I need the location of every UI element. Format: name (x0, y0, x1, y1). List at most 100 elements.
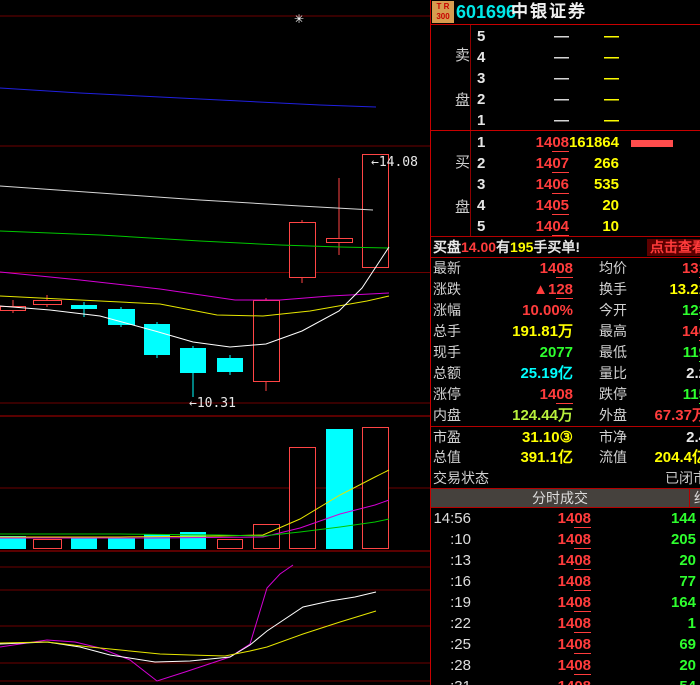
badge-line2: 300 (432, 12, 454, 22)
price-cell: 1404 (491, 216, 569, 237)
stat-value: 10.00% (487, 300, 573, 321)
value-int: 14 (536, 155, 553, 172)
value-dec: 08 (574, 657, 591, 675)
stat-value: 31.10③ (487, 427, 573, 448)
stat-label: 涨幅 (433, 300, 461, 321)
value-int: 14 (536, 134, 553, 151)
tick-row: :191408164 (431, 592, 700, 613)
stat-label: 总额 (433, 363, 461, 384)
level-number: 3 (477, 174, 485, 195)
stat-label: 最新 (433, 258, 461, 279)
stat-value: 119 (637, 342, 700, 363)
stat-label: 市盈 (433, 427, 461, 448)
stat-label: 外盘 (599, 405, 627, 426)
value-int: 11 (683, 386, 699, 403)
tick-time: :13 (431, 550, 471, 571)
volume-bar (631, 140, 673, 147)
stat-value: 124.44万 (487, 405, 573, 426)
tick-time: :28 (431, 655, 471, 676)
stat-label: 总值 (433, 447, 461, 468)
value-dec: 08 (574, 636, 591, 654)
volume-cell: — (559, 47, 619, 68)
stat-value: 123 (637, 300, 700, 321)
value-int: 14 (558, 636, 575, 653)
stat-value: 191.81万 (487, 321, 573, 342)
stat-value: 25.19亿 (487, 363, 573, 384)
buy-level-row[interactable]: 4140520 (431, 195, 700, 216)
stock-name: 中银证券 (511, 0, 587, 24)
buy-level-row[interactable]: 31406535 (431, 174, 700, 195)
stats-row: 总额25.19亿量比2.2 (431, 363, 700, 384)
value-dec: 08 (556, 260, 573, 278)
tick-price: 1408 (535, 550, 591, 571)
tick-row: :25140869 (431, 634, 700, 655)
stat-value: 67.37万 (637, 405, 700, 426)
stat-value: 1408 (487, 258, 573, 279)
hint-text: 手买单! (533, 239, 580, 255)
sell-level-row[interactable]: 1—— (431, 110, 700, 131)
stat-label: 内盘 (433, 405, 461, 426)
level-number: 5 (477, 216, 485, 237)
tick-volume: 164 (631, 592, 696, 613)
hint-count: 195 (510, 239, 533, 255)
tick-row: :2214081 (431, 613, 700, 634)
value-int: 14 (536, 176, 553, 193)
volume-cell: 20 (559, 195, 619, 216)
tab-detail[interactable]: 细 (694, 489, 700, 507)
volume-cell: — (559, 110, 619, 131)
stat-label: 市净 (599, 427, 627, 448)
value-int: 14 (540, 386, 557, 403)
volume-cell: 161864 (559, 132, 619, 153)
sell-level-row[interactable]: 3—— (431, 68, 700, 89)
value-dec: 08 (574, 552, 591, 570)
stat-value: 2.2 (637, 363, 700, 384)
stats-row: 最新1408均价131 (431, 258, 700, 279)
sell-level-row[interactable]: 4—— (431, 47, 700, 68)
tick-time: :22 (431, 613, 471, 634)
tick-row: :13 1408 20 (431, 550, 700, 571)
buy-level-row[interactable]: 21407266 (431, 153, 700, 174)
value-int: 14 (540, 260, 557, 277)
price-cell: 1406 (491, 174, 569, 195)
price-cell: — (491, 89, 569, 110)
volume-cell: — (559, 68, 619, 89)
value-int: 14 (558, 657, 575, 674)
price-annotation: ←10.31 (189, 396, 236, 411)
value-int: 14 (558, 573, 575, 590)
stat-label: 流值 (599, 447, 627, 468)
sell-level-row[interactable]: 5—— (431, 26, 700, 47)
click-view-button[interactable]: 点击查看 (647, 239, 700, 256)
star-marker: ✳ (294, 12, 304, 26)
hint-text: 有 (496, 239, 510, 255)
stat-value: 204.4亿 (637, 447, 700, 468)
tick-price: 1408 (535, 634, 591, 655)
trade-status-row: 交易状态 已闭市 (431, 468, 700, 489)
stats-row: 涨幅10.00%今开123 (431, 300, 700, 321)
hint-text: 买盘 (433, 239, 461, 255)
tick-row: 14:561408144 (431, 508, 700, 529)
stat-value: ▲128 (487, 279, 573, 300)
title-bar: T R 300 601696 中银证券 (431, 0, 700, 24)
value-dec: 08 (574, 510, 591, 528)
buy-level-row[interactable]: 5140410 (431, 216, 700, 237)
stat-value: 115 (637, 384, 700, 405)
tick-volume: 20 (631, 550, 696, 571)
price-cell: — (491, 47, 569, 68)
volume-cell: 266 (559, 153, 619, 174)
stat-value: 140 (637, 321, 700, 342)
price-cell: 1405 (491, 195, 569, 216)
value-dec: 08 (574, 678, 591, 685)
price-cell: 1408 (491, 132, 569, 153)
stat-label: 换手 (599, 279, 627, 300)
level-number: 1 (477, 110, 485, 131)
price-cell: — (491, 68, 569, 89)
tick-row: :31140854 (431, 676, 700, 685)
tick-price: 1408 (535, 655, 591, 676)
volume-cell: — (559, 89, 619, 110)
sell-level-row[interactable]: 2—— (431, 89, 700, 110)
tick-volume: 69 (631, 634, 696, 655)
buy-level-row[interactable]: 11408161864 (431, 132, 700, 153)
tab-timeline-trades[interactable]: 分时成交 (431, 489, 689, 507)
value-int: 14 (558, 552, 575, 569)
stock-code: 601696 (456, 0, 516, 24)
